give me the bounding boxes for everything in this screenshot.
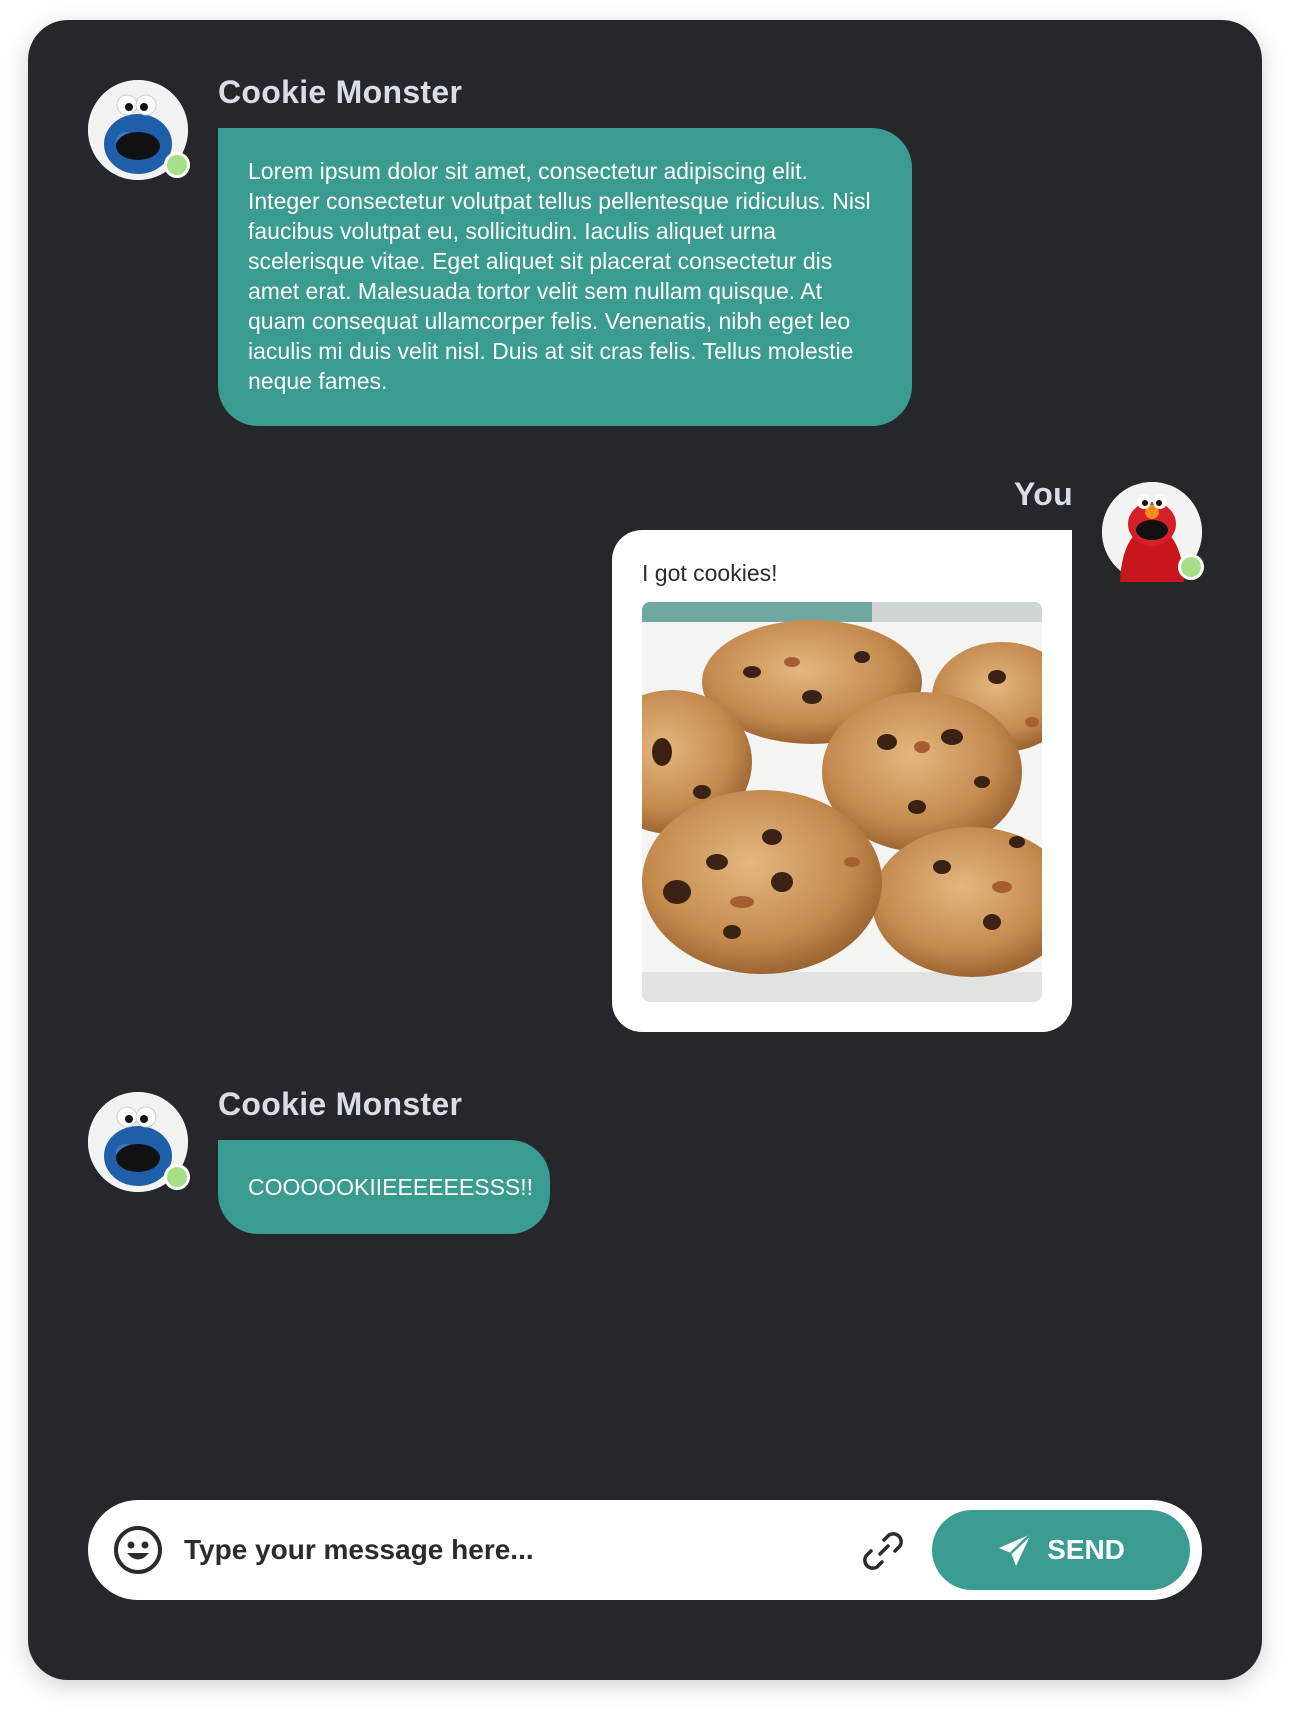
smiley-icon[interactable] [112, 1524, 164, 1576]
message-bubble: COOOOOKIIEEEEEESSS!! [218, 1140, 550, 1234]
online-status-indicator [164, 1164, 190, 1190]
link-icon[interactable] [860, 1528, 906, 1574]
paper-plane-icon [997, 1532, 1033, 1568]
online-status-indicator [164, 152, 190, 178]
cookies-image [642, 602, 1042, 1002]
message-bubble: Lorem ipsum dolor sit amet, consectetur … [218, 128, 912, 426]
chat-window: Cookie Monster Lorem ipsum dolor sit ame… [28, 20, 1262, 1680]
message-input[interactable] [184, 1522, 764, 1578]
message-text: I got cookies! [642, 560, 778, 586]
cookies-photo[interactable] [642, 602, 1042, 1002]
elmo-avatar[interactable] [1102, 482, 1204, 582]
sender-name-you: You [1014, 476, 1073, 512]
sender-name: Cookie Monster [218, 74, 463, 110]
send-button[interactable]: SEND [932, 1510, 1190, 1590]
cookie-monster-avatar[interactable] [88, 1092, 190, 1192]
message-text: COOOOOKIIEEEEEESSS!! [248, 1174, 534, 1200]
cookie-monster-avatar[interactable] [88, 80, 190, 180]
message-bubble-you: I got cookies! [612, 530, 1072, 1032]
online-status-indicator [1178, 554, 1204, 580]
send-label: SEND [1047, 1534, 1125, 1565]
message-text: Lorem ipsum dolor sit amet, consectetur … [248, 158, 871, 394]
sender-name: Cookie Monster [218, 1086, 463, 1122]
message-composer: SEND [88, 1500, 1202, 1600]
